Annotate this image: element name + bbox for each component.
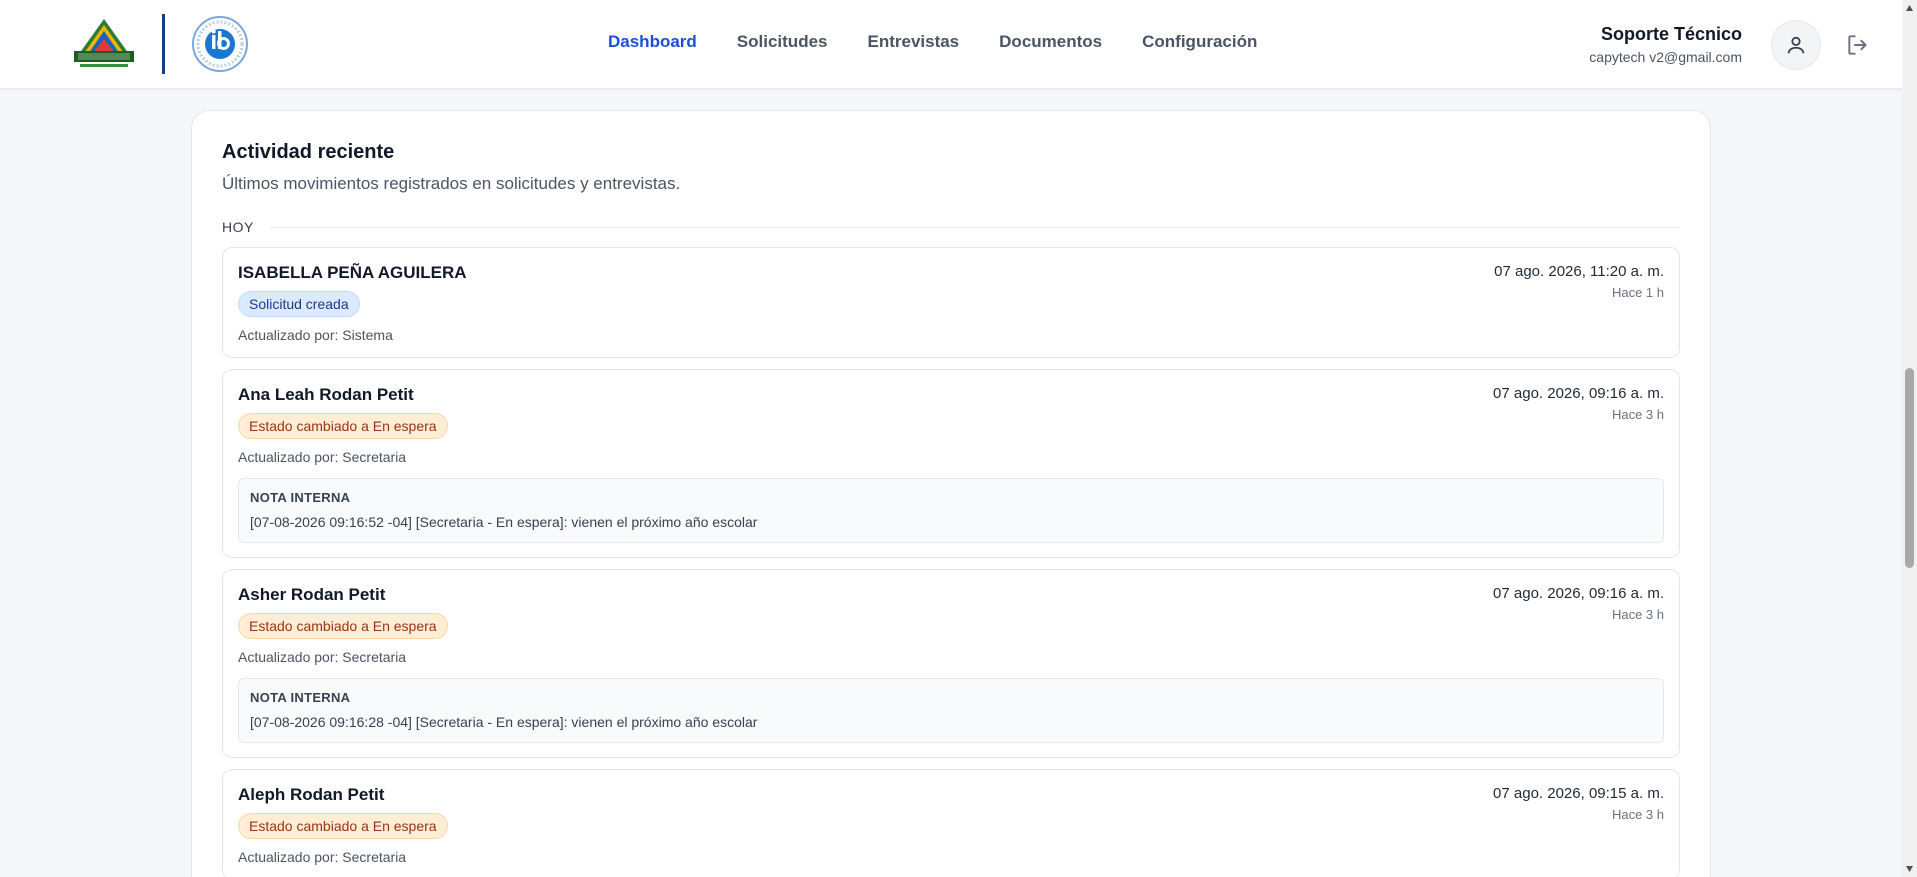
nav-solicitudes[interactable]: Solicitudes <box>737 32 828 52</box>
activity-date: 07 ago. 2026, 09:16 a. m. <box>1493 585 1664 602</box>
nav-documentos[interactable]: Documentos <box>999 32 1102 52</box>
panel-title: Actividad reciente <box>222 141 395 163</box>
activity-date: 07 ago. 2026, 09:16 a. m. <box>1493 385 1664 402</box>
scrollbar-thumb[interactable] <box>1905 368 1914 568</box>
activity-list: ISABELLA PEÑA AGUILERA Solicitud creada … <box>222 247 1680 877</box>
top-header: Dashboard Solicitudes Entrevistas Docume… <box>0 0 1902 89</box>
logo-area <box>70 14 249 74</box>
activity-student-name: ISABELLA PEÑA AGUILERA <box>238 263 467 282</box>
school-logo-icon[interactable] <box>70 17 138 71</box>
activity-updated-by: Actualizado por: Secretaria <box>238 449 407 465</box>
logout-button[interactable] <box>1845 32 1871 58</box>
activity-timestamp: 07 ago. 2026, 09:16 a. m. Hace 3 h <box>1493 585 1664 622</box>
activity-student-name: Ana Leah Rodan Petit <box>238 385 414 404</box>
activity-item[interactable]: ISABELLA PEÑA AGUILERA Solicitud creada … <box>222 247 1680 358</box>
status-badge: Estado cambiado a En espera <box>238 613 448 639</box>
internal-note-text: [07-08-2026 09:16:52 -04] [Secretaria - … <box>250 514 758 530</box>
ib-logo-icon[interactable] <box>191 15 249 73</box>
activity-timestamp: 07 ago. 2026, 09:16 a. m. Hace 3 h <box>1493 385 1664 422</box>
scroll-up-icon[interactable] <box>1905 3 1914 13</box>
activity-student-name: Asher Rodan Petit <box>238 585 386 604</box>
activity-timestamp: 07 ago. 2026, 09:15 a. m. Hace 3 h <box>1493 785 1664 822</box>
panel-subtitle: Últimos movimientos registrados en solic… <box>222 174 681 193</box>
user-name: Soporte Técnico <box>1600 24 1742 44</box>
activity-timestamp: 07 ago. 2026, 11:20 a. m. Hace 1 h <box>1494 263 1664 300</box>
activity-item[interactable]: Ana Leah Rodan Petit Estado cambiado a E… <box>222 369 1680 558</box>
activity-relative-time: Hace 1 h <box>1611 285 1664 300</box>
activity-item[interactable]: Asher Rodan Petit Estado cambiado a En e… <box>222 569 1680 758</box>
activity-relative-time: Hace 3 h <box>1611 407 1664 422</box>
logo-divider <box>162 14 165 74</box>
internal-note: NOTA INTERNA [07-08-2026 09:16:28 -04] [… <box>238 678 1664 743</box>
user-email: capytech v2@gmail.com <box>1589 49 1742 65</box>
internal-note-text: [07-08-2026 09:16:28 -04] [Secretaria - … <box>250 714 758 730</box>
scroll-down-icon[interactable] <box>1905 864 1914 874</box>
activity-updated-by: Actualizado por: Secretaria <box>238 649 407 665</box>
group-label: HOY <box>222 219 254 235</box>
activity-relative-time: Hace 3 h <box>1611 807 1664 822</box>
page-scrollbar[interactable] <box>1902 0 1917 877</box>
activity-date: 07 ago. 2026, 11:20 a. m. <box>1494 263 1664 280</box>
activity-relative-time: Hace 3 h <box>1611 607 1664 622</box>
nav-dashboard[interactable]: Dashboard <box>608 32 697 52</box>
user-avatar-button[interactable] <box>1771 20 1821 70</box>
nav-entrevistas[interactable]: Entrevistas <box>867 32 959 52</box>
internal-note-title: NOTA INTERNA <box>250 490 351 505</box>
group-header-today: HOY <box>222 219 1680 235</box>
user-info: Soporte Técnico capytech v2@gmail.com <box>1589 24 1742 65</box>
internal-note: NOTA INTERNA [07-08-2026 09:16:52 -04] [… <box>238 478 1664 543</box>
status-badge: Solicitud creada <box>238 291 360 317</box>
recent-activity-panel: Actividad reciente Últimos movimientos r… <box>191 110 1711 877</box>
group-divider <box>269 226 1680 228</box>
user-icon <box>1787 36 1805 54</box>
internal-note-title: NOTA INTERNA <box>250 690 351 705</box>
activity-item[interactable]: Aleph Rodan Petit Estado cambiado a En e… <box>222 769 1680 877</box>
logout-icon <box>1848 35 1867 55</box>
activity-updated-by: Actualizado por: Sistema <box>238 327 393 343</box>
status-badge: Estado cambiado a En espera <box>238 813 448 839</box>
nav-configuracion[interactable]: Configuración <box>1142 32 1257 52</box>
activity-date: 07 ago. 2026, 09:15 a. m. <box>1493 785 1664 802</box>
main-nav: Dashboard Solicitudes Entrevistas Docume… <box>608 32 1257 52</box>
activity-updated-by: Actualizado por: Secretaria <box>238 849 407 865</box>
status-badge: Estado cambiado a En espera <box>238 413 448 439</box>
activity-student-name: Aleph Rodan Petit <box>238 785 385 804</box>
